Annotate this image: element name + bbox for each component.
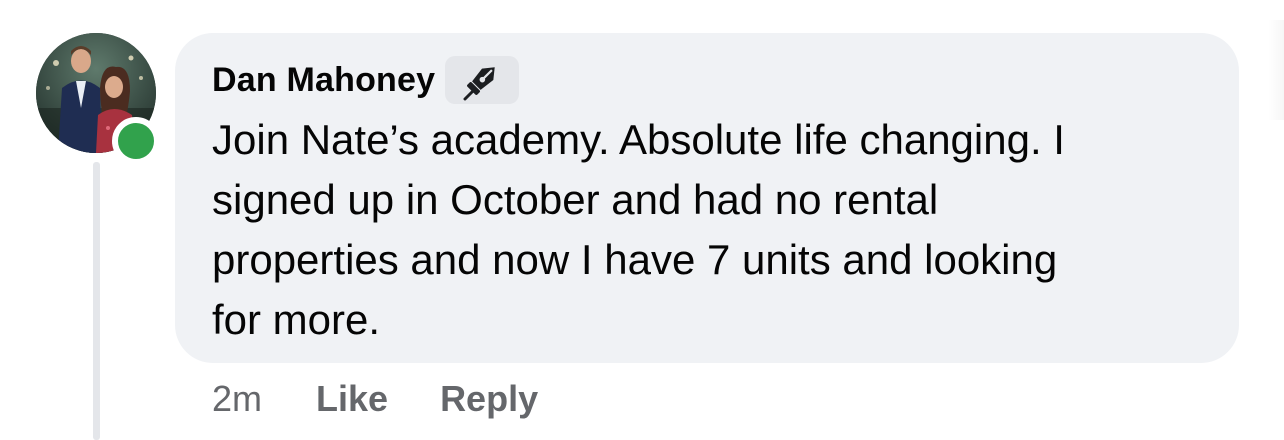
author-row: Dan Mahoney [212, 56, 520, 104]
edge-shadow [1268, 20, 1284, 120]
pen-nib-icon[interactable] [445, 56, 520, 104]
reply-button[interactable]: Reply [440, 378, 538, 420]
comment-line: properties and now I have 7 units and lo… [212, 236, 1058, 283]
comment-line: signed up in October and had no rental [212, 176, 939, 223]
comment-thread: Dan Mahoney Join Nate’s academy. Absolut… [0, 0, 1284, 440]
comment-actions: 2m Like Reply [212, 378, 538, 420]
thread-connector-line [93, 162, 100, 440]
comment-line: Join Nate’s academy. Absolute life chang… [212, 116, 1065, 163]
comment-line: for more. [212, 296, 381, 343]
online-status-indicator [112, 117, 160, 165]
pen-nib-icon-glyph [463, 67, 495, 101]
like-button[interactable]: Like [316, 378, 388, 420]
comment-text: Join Nate’s academy. Absolute life chang… [212, 110, 1222, 350]
timestamp[interactable]: 2m [212, 378, 262, 420]
author-name[interactable]: Dan Mahoney [212, 61, 435, 100]
